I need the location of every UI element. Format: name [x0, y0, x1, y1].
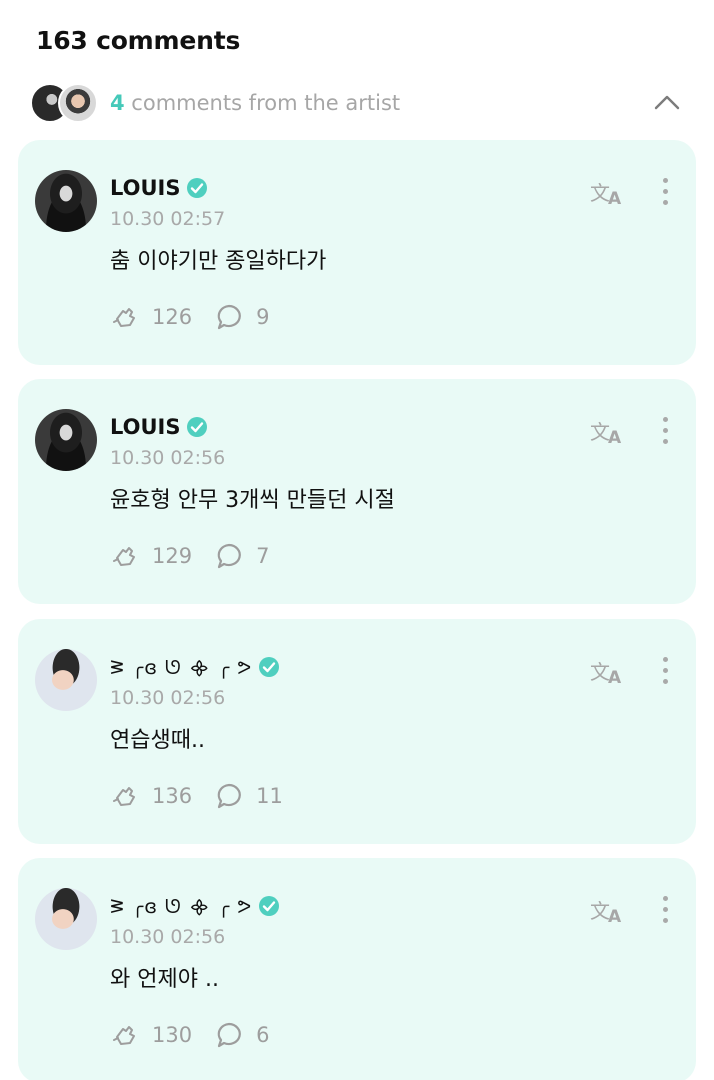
comment-time: 10.30 02:56 [110, 687, 226, 709]
svg-text:文: 文 [590, 420, 610, 444]
verified-badge-icon [259, 657, 280, 677]
reply-count: 7 [256, 544, 270, 568]
svg-text:A: A [608, 668, 622, 685]
speech-bubble-icon [217, 543, 241, 569]
reply-button[interactable]: 9 [214, 302, 269, 332]
cheer-button[interactable]: 136 [110, 781, 192, 811]
artist-comment-count: 4 [110, 91, 125, 115]
verified-badge-icon [259, 896, 280, 916]
cheer-button[interactable]: 130 [110, 1020, 192, 1050]
more-options-icon[interactable] [660, 417, 670, 447]
like-count: 130 [152, 1023, 193, 1047]
avatar[interactable] [35, 409, 97, 471]
comment-text: 와 언제야 .. [110, 967, 219, 992]
author-name[interactable]: LOUIS [110, 176, 180, 200]
avatar[interactable] [35, 649, 97, 711]
reply-count: 11 [256, 784, 283, 808]
author-name[interactable]: ᕒ ╭ɞ ᘎ ᯽ ╭ ᕗ [110, 654, 252, 680]
cheer-icon [113, 1026, 135, 1045]
avatar [58, 83, 98, 123]
comment-text: 연습생때.. [110, 728, 205, 753]
speech-bubble-icon [217, 304, 241, 330]
comment-card: ᕒ ╭ɞ ᘎ ᯽ ╭ ᕗ 10.30 02:56 연습생때.. 136 11 文… [18, 619, 696, 844]
speech-bubble-icon [217, 783, 241, 809]
comment-text: 춤 이야기만 종일하다가 [110, 249, 327, 274]
translate-icon[interactable]: 文 A [590, 178, 626, 206]
verified-badge-icon [187, 178, 208, 198]
translate-icon[interactable]: 文 A [590, 657, 626, 685]
reply-button[interactable]: 7 [214, 541, 269, 571]
svg-text:文: 文 [590, 899, 610, 923]
like-count: 136 [152, 784, 193, 808]
comments-screen: 163 comments 4 comments from the artist … [0, 0, 714, 1080]
artist-avatars [30, 83, 102, 123]
comment-time: 10.30 02:57 [110, 208, 226, 230]
reply-count: 6 [256, 1023, 270, 1047]
comment-time: 10.30 02:56 [110, 926, 226, 948]
translate-icon[interactable]: 文 A [590, 896, 626, 924]
more-options-icon[interactable] [660, 178, 670, 208]
like-count: 129 [152, 544, 193, 568]
svg-text:A: A [608, 428, 622, 445]
cheer-icon [113, 308, 135, 327]
artist-comments-toggle[interactable]: 4 comments from the artist [30, 82, 690, 124]
comment-card: ᕒ ╭ɞ ᘎ ᯽ ╭ ᕗ 10.30 02:56 와 언제야 .. 130 6 … [18, 858, 696, 1080]
comment-text: 윤호형 안무 3개씩 만들던 시절 [110, 488, 395, 513]
reply-count: 9 [256, 305, 270, 329]
svg-text:A: A [608, 907, 622, 924]
svg-text:文: 文 [590, 181, 610, 205]
speech-bubble-icon [217, 1022, 241, 1048]
cheer-icon [113, 787, 135, 806]
translate-icon[interactable]: 文 A [590, 417, 626, 445]
svg-text:文: 文 [590, 660, 610, 684]
verified-badge-icon [187, 417, 208, 437]
comment-card: LOUIS 10.30 02:57 춤 이야기만 종일하다가 126 9 文 A [18, 140, 696, 365]
avatar[interactable] [35, 170, 97, 232]
reply-button[interactable]: 11 [214, 781, 283, 811]
cheer-button[interactable]: 129 [110, 541, 192, 571]
cheer-icon [113, 547, 135, 566]
artist-comment-label-text: comments from the artist [124, 91, 401, 115]
reply-button[interactable]: 6 [214, 1020, 269, 1050]
cheer-button[interactable]: 126 [110, 302, 192, 332]
more-options-icon[interactable] [660, 896, 670, 926]
comment-count-title: 163 comments [36, 26, 241, 55]
author-name[interactable]: ᕒ ╭ɞ ᘎ ᯽ ╭ ᕗ [110, 893, 252, 919]
svg-text:A: A [608, 189, 622, 206]
comment-time: 10.30 02:56 [110, 447, 226, 469]
author-name[interactable]: LOUIS [110, 415, 180, 439]
comment-card: LOUIS 10.30 02:56 윤호형 안무 3개씩 만들던 시절 129 … [18, 379, 696, 604]
avatar[interactable] [35, 888, 97, 950]
more-options-icon[interactable] [660, 657, 670, 687]
artist-comments-label: 4 comments from the artist [110, 91, 400, 115]
chevron-up-icon[interactable] [654, 90, 680, 116]
like-count: 126 [152, 305, 193, 329]
